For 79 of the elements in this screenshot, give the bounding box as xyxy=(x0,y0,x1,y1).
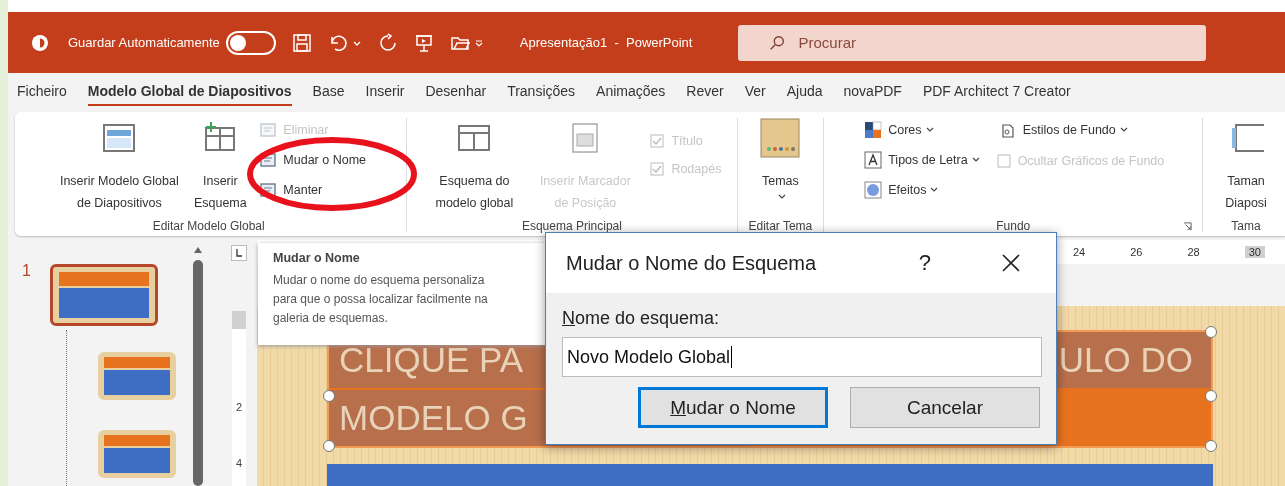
resize-handle[interactable] xyxy=(323,390,335,402)
checkbox-label: Rodapés xyxy=(671,162,722,176)
cancel-button[interactable]: Cancelar xyxy=(850,387,1040,428)
scroll-up-icon[interactable] xyxy=(193,246,203,254)
ruler-number: 4 xyxy=(235,457,243,469)
slide-thumbnail[interactable] xyxy=(98,430,176,478)
title-text: CLIQUE PA xyxy=(339,340,524,380)
ribbon-tab[interactable]: Ver xyxy=(744,77,766,106)
themes-button[interactable]: Temas xyxy=(745,118,816,202)
dropdown-button[interactable]: Tipos de Letra xyxy=(862,148,983,172)
ribbon-tab[interactable]: Modelo Global de Diapositivos xyxy=(87,77,292,106)
ribbon-tab[interactable]: Transições xyxy=(507,77,576,106)
tab-selector-icon[interactable] xyxy=(231,245,247,261)
tooltip-title: Mudar o Nome xyxy=(273,251,360,265)
search-icon xyxy=(768,33,787,52)
master-layout-button[interactable]: Esquema do modelo global xyxy=(422,118,527,214)
insert-layout-button[interactable]: Inserir Esquema xyxy=(189,118,252,214)
dropdown-button[interactable]: Cores xyxy=(862,118,983,142)
effects-icon xyxy=(864,181,883,199)
title-text: MODELO G xyxy=(339,398,528,438)
ruler-number: 24 xyxy=(1073,246,1086,258)
ruler-number: 2 xyxy=(235,401,243,413)
help-button[interactable]: ? xyxy=(918,250,931,276)
ribbon-tab[interactable]: Ficheiro xyxy=(17,77,67,106)
rename-button[interactable]: Mudar o Nome xyxy=(638,387,828,428)
presentation-icon[interactable] xyxy=(413,32,434,53)
layout-icon xyxy=(456,122,493,154)
slide-thumbnail[interactable] xyxy=(98,352,176,400)
group-label: Editar Tema xyxy=(748,219,813,235)
color-palette-icon xyxy=(864,121,883,139)
save-icon[interactable] xyxy=(291,32,312,53)
resize-handle[interactable] xyxy=(323,440,335,452)
autosave-label: Guardar Automaticamente xyxy=(68,35,220,50)
group-label: Tama xyxy=(1231,219,1261,235)
customize-icon[interactable] xyxy=(473,37,484,48)
search-input[interactable]: Procurar xyxy=(796,33,1101,52)
ribbon-tab[interactable]: Rever xyxy=(686,77,724,106)
checkbox-label: Título xyxy=(671,134,703,148)
resize-handle[interactable] xyxy=(1205,440,1217,452)
slide-size-button[interactable]: Taman Diaposi xyxy=(1216,118,1277,214)
search-field[interactable]: Procurar xyxy=(738,24,1207,61)
ribbon-tab[interactable]: PDF Architect 7 Creator xyxy=(922,77,1071,106)
ruler-number: 28 xyxy=(1187,246,1200,258)
ribbon-button[interactable]: Manter xyxy=(257,178,368,202)
group-label: Fundo xyxy=(996,219,1031,235)
ribbon-tab[interactable]: Ajuda xyxy=(786,77,823,106)
theme-swatch-icon xyxy=(760,118,801,158)
ribbon-tab[interactable]: Inserir xyxy=(365,77,405,106)
dialog-launcher-icon[interactable] xyxy=(1183,222,1193,231)
resize-handle[interactable] xyxy=(1205,390,1217,402)
slide-number: 1 xyxy=(22,262,32,280)
autosave-toggle[interactable] xyxy=(225,30,276,55)
font-icon xyxy=(864,151,883,169)
ribbon-button[interactable]: Mudar o Nome xyxy=(257,148,368,172)
document-icon xyxy=(259,121,278,139)
dropdown-button[interactable]: Estilos de Fundo xyxy=(996,118,1165,142)
checkbox-label: Ocultar Gráficos de Fundo xyxy=(1017,154,1165,168)
field-label: Nome do esquema: xyxy=(562,308,720,329)
ruler-number: 26 xyxy=(1130,246,1143,258)
slide-thumbnail[interactable] xyxy=(50,264,158,326)
tooltip-text: Mudar o nome do esquema personaliza para que o possa localizar facilmente na galeria de esquemas. xyxy=(273,272,488,327)
dialog-title: Mudar o Nome do Esquema xyxy=(566,251,818,275)
resize-handle[interactable] xyxy=(1205,326,1217,338)
slide-master-icon xyxy=(101,122,138,154)
ribbon-tab[interactable]: novaPDF xyxy=(843,77,902,106)
group-label: Editar Modelo Global xyxy=(152,219,265,235)
ribbon-tab[interactable]: Desenhar xyxy=(425,77,487,106)
close-icon[interactable] xyxy=(1001,253,1021,273)
group-label: Esquema Principal xyxy=(521,219,622,235)
dropdown-button[interactable]: Efeitos xyxy=(862,178,983,202)
ribbon-tab[interactable]: Base xyxy=(312,77,345,106)
name-input-field[interactable]: Novo Modelo Global xyxy=(562,337,1042,377)
app-logo-icon[interactable] xyxy=(30,32,50,53)
ruler-number: 30 xyxy=(1244,246,1265,258)
redo-icon[interactable] xyxy=(377,32,398,53)
title-text: ULO DO xyxy=(1058,340,1193,380)
ribbon-tab[interactable]: Animações xyxy=(596,77,666,106)
insert-master-button[interactable]: Inserir Modelo Global de Diapositivos xyxy=(49,118,190,214)
window-title: Apresentação1 - PowerPoint xyxy=(519,35,693,50)
